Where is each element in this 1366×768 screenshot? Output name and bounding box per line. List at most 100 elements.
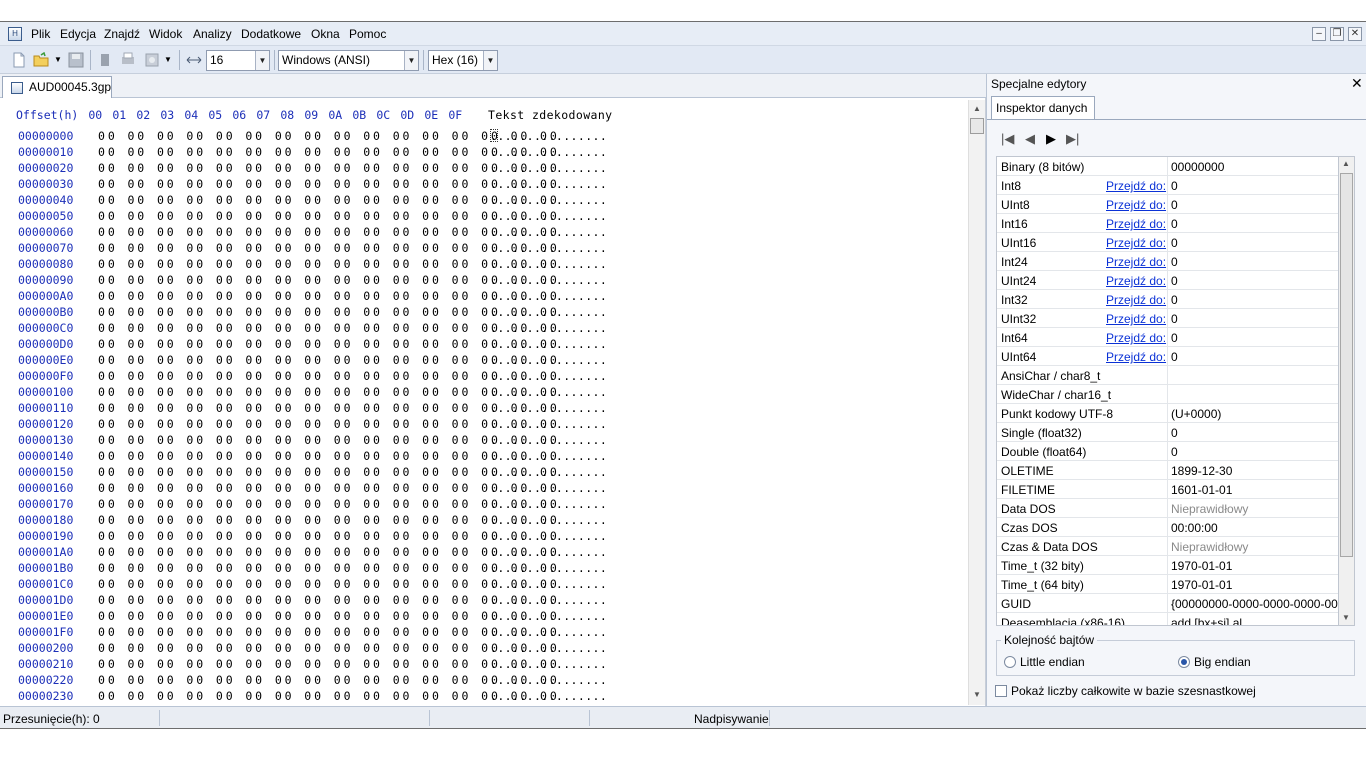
menu-extras[interactable]: Dodatkowe — [241, 27, 301, 41]
inspector-row[interactable]: Int8 Przejdź do: 0 — [997, 176, 1338, 195]
hex-row[interactable]: 000000F0 00 00 00 00 00 00 00 00 00 00 00… — [18, 369, 607, 385]
inspector-value[interactable]: add [bx+si],al — [1171, 616, 1338, 625]
inspector-row[interactable]: Data DOS Nieprawidłowy — [997, 499, 1338, 518]
inspector-value[interactable]: 00000000 — [1171, 160, 1338, 174]
tab-data-inspector[interactable]: Inspektor danych — [991, 96, 1095, 119]
hex-row[interactable]: 00000060 00 00 00 00 00 00 00 00 00 00 00… — [18, 225, 607, 241]
row-decoded-text[interactable]: ................ — [490, 673, 607, 687]
row-decoded-text[interactable]: ................ — [490, 305, 607, 319]
inspector-value[interactable]: 0 — [1171, 255, 1338, 269]
hex-vertical-scrollbar[interactable]: ▲ ▼ — [968, 100, 985, 705]
goto-link[interactable]: Przejdź do: — [1106, 350, 1166, 364]
row-decoded-text[interactable]: ................ — [490, 545, 607, 559]
scroll-down-icon[interactable]: ▼ — [969, 688, 985, 702]
hex-row[interactable]: 000000E0 00 00 00 00 00 00 00 00 00 00 00… — [18, 353, 607, 369]
inspector-value[interactable]: 0 — [1171, 293, 1338, 307]
row-decoded-text[interactable]: ................ — [490, 609, 607, 623]
open-folder-icon[interactable] — [33, 52, 49, 68]
goto-link[interactable]: Przejdź do: — [1106, 331, 1166, 345]
inspector-value[interactable]: 0 — [1171, 198, 1338, 212]
hex-row[interactable]: 00000230 00 00 00 00 00 00 00 00 00 00 00… — [18, 689, 607, 705]
row-decoded-text[interactable]: ................ — [490, 161, 607, 175]
grid-scrollbar[interactable]: ▲ ▼ — [1339, 156, 1355, 626]
row-decoded-text[interactable]: ................ — [490, 321, 607, 335]
grid-scroll-thumb[interactable] — [1340, 173, 1353, 557]
row-decoded-text[interactable]: ................ — [490, 145, 607, 159]
inspector-row[interactable]: Deasemblacja (x86-16) add [bx+si],al — [997, 613, 1338, 625]
hex-row[interactable]: 000001B0 00 00 00 00 00 00 00 00 00 00 00… — [18, 561, 607, 577]
inspector-row[interactable]: GUID {00000000-0000-0000-0000-0000 — [997, 594, 1338, 613]
row-decoded-text[interactable]: ................ — [490, 225, 607, 239]
inspector-row[interactable]: Int64 Przejdź do: 0 — [997, 328, 1338, 347]
row-decoded-text[interactable]: ................ — [490, 657, 607, 671]
inspector-row[interactable]: WideChar / char16_t — [997, 385, 1338, 404]
encoding-select[interactable]: Windows (ANSI) ▼ — [278, 50, 419, 71]
goto-link[interactable]: Przejdź do: — [1106, 312, 1166, 326]
inspector-value[interactable]: 0 — [1171, 179, 1338, 193]
scroll-up-icon[interactable]: ▲ — [1339, 157, 1353, 171]
scroll-up-icon[interactable]: ▲ — [969, 102, 985, 116]
row-decoded-text[interactable]: ................ — [490, 353, 607, 367]
row-decoded-text[interactable]: ................ — [490, 401, 607, 415]
properties-dropdown-icon[interactable]: ▼ — [164, 55, 172, 64]
hex-row[interactable]: 000001C0 00 00 00 00 00 00 00 00 00 00 00… — [18, 577, 607, 593]
hex-integers-checkbox[interactable] — [995, 685, 1007, 697]
inspector-row[interactable]: OLETIME 1899-12-30 — [997, 461, 1338, 480]
inspector-value[interactable]: 1899-12-30 — [1171, 464, 1338, 478]
print-icon[interactable] — [120, 52, 136, 68]
hex-row[interactable]: 00000170 00 00 00 00 00 00 00 00 00 00 00… — [18, 497, 607, 513]
hex-row[interactable]: 000001E0 00 00 00 00 00 00 00 00 00 00 00… — [18, 609, 607, 625]
inspector-value[interactable]: 0 — [1171, 217, 1338, 231]
goto-link[interactable]: Przejdź do: — [1106, 217, 1166, 231]
tab-file[interactable]: AUD00045.3gp — [2, 76, 112, 99]
row-decoded-text[interactable]: ................ — [490, 337, 607, 351]
hex-row[interactable]: 00000120 00 00 00 00 00 00 00 00 00 00 00… — [18, 417, 607, 433]
big-endian-label[interactable]: Big endian — [1194, 655, 1251, 669]
menu-find[interactable]: Znajdź — [104, 27, 140, 41]
save-icon[interactable] — [68, 52, 84, 68]
inspector-row[interactable]: UInt32 Przejdź do: 0 — [997, 309, 1338, 328]
row-decoded-text[interactable]: ................ — [490, 561, 607, 575]
little-endian-label[interactable]: Little endian — [1020, 655, 1085, 669]
row-decoded-text[interactable]: ................ — [490, 465, 607, 479]
inspector-value[interactable]: 0 — [1171, 236, 1338, 250]
hex-row[interactable]: 000000A0 00 00 00 00 00 00 00 00 00 00 00… — [18, 289, 607, 305]
menu-analysis[interactable]: Analizy — [193, 27, 232, 41]
inspector-value[interactable]: 0 — [1171, 350, 1338, 364]
first-icon[interactable]: |◀ — [1001, 131, 1014, 147]
hex-row[interactable]: 00000010 00 00 00 00 00 00 00 00 00 00 00… — [18, 145, 607, 161]
inspector-row[interactable]: Int24 Przejdź do: 0 — [997, 252, 1338, 271]
row-decoded-text[interactable]: ................ — [490, 689, 607, 703]
inspector-row[interactable]: UInt64 Przejdź do: 0 — [997, 347, 1338, 366]
inspector-value[interactable]: 0 — [1171, 331, 1338, 345]
goto-link[interactable]: Przejdź do: — [1106, 255, 1166, 269]
hex-row[interactable]: 00000020 00 00 00 00 00 00 00 00 00 00 00… — [18, 161, 607, 177]
hex-row[interactable]: 00000040 00 00 00 00 00 00 00 00 00 00 00… — [18, 193, 607, 209]
inspector-row[interactable]: Binary (8 bitów) 00000000 — [997, 157, 1338, 176]
row-decoded-text[interactable]: ................ — [490, 449, 607, 463]
row-decoded-text[interactable]: ................ — [490, 417, 607, 431]
hex-row[interactable]: 00000080 00 00 00 00 00 00 00 00 00 00 00… — [18, 257, 607, 273]
row-decoded-text[interactable]: ................ — [490, 497, 607, 511]
goto-link[interactable]: Przejdź do: — [1106, 236, 1166, 250]
row-decoded-text[interactable]: ................ — [490, 513, 607, 527]
goto-link[interactable]: Przejdź do: — [1106, 293, 1166, 307]
row-decoded-text[interactable]: ................ — [490, 257, 607, 271]
row-decoded-text[interactable]: ................ — [490, 193, 607, 207]
inspector-value[interactable]: 1970-01-01 — [1171, 559, 1338, 573]
inspector-row[interactable]: FILETIME 1601-01-01 — [997, 480, 1338, 499]
inspector-row[interactable]: Czas DOS 00:00:00 — [997, 518, 1338, 537]
hex-row[interactable]: 000001F0 00 00 00 00 00 00 00 00 00 00 00… — [18, 625, 607, 641]
row-decoded-text[interactable]: ................ — [490, 209, 607, 223]
hex-row[interactable]: 000000D0 00 00 00 00 00 00 00 00 00 00 00… — [18, 337, 607, 353]
scroll-thumb[interactable] — [970, 118, 984, 134]
inspector-value[interactable]: 0 — [1171, 426, 1338, 440]
close-icon[interactable]: ✕ — [1351, 75, 1363, 92]
row-decoded-text[interactable]: ................ — [490, 385, 607, 399]
close-document-icon[interactable]: ✕ — [1348, 27, 1362, 41]
inspector-value[interactable]: 0 — [1171, 312, 1338, 326]
hex-row[interactable]: 00000180 00 00 00 00 00 00 00 00 00 00 00… — [18, 513, 607, 529]
inspector-row[interactable]: Int16 Przejdź do: 0 — [997, 214, 1338, 233]
inspector-row[interactable]: Single (float32) 0 — [997, 423, 1338, 442]
hex-integers-label[interactable]: Pokaż liczby całkowite w bazie szesnastk… — [1011, 684, 1256, 698]
